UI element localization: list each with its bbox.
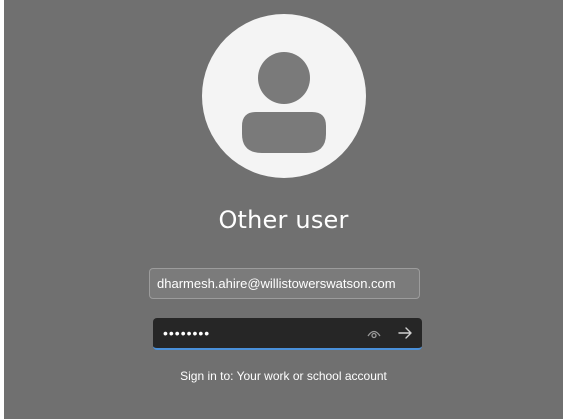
user-avatar — [202, 14, 366, 178]
email-field[interactable]: dharmesh.ahire@willistowerswatson.com — [149, 268, 420, 299]
user-name: Other user — [218, 206, 349, 234]
lock-screen: Other user dharmesh.ahire@willistowerswa… — [4, 0, 563, 419]
password-field[interactable]: •••••••• — [153, 318, 422, 350]
password-value[interactable]: •••••••• — [163, 322, 210, 344]
arrow-right-icon — [398, 327, 412, 339]
submit-button[interactable] — [395, 323, 415, 343]
person-icon — [242, 52, 326, 153]
eye-icon — [367, 330, 381, 339]
reveal-password-button[interactable] — [366, 326, 382, 340]
sign-in-info: Sign in to: Your work or school account — [180, 369, 387, 383]
